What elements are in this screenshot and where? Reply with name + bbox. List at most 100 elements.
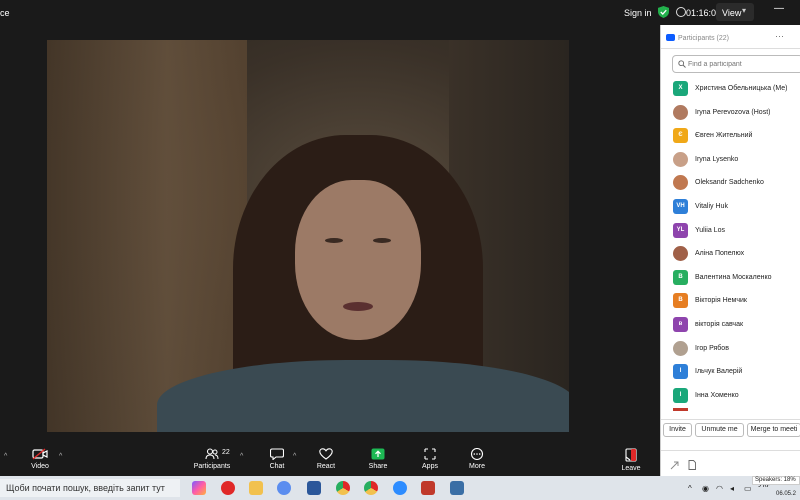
participant-name: Iryna Perevozova (Host) [695,108,771,116]
speakers-volume-tooltip: Speakers: 18% [752,476,800,485]
avatar [673,151,688,167]
opera-icon[interactable] [221,481,235,495]
participant-row[interactable]: в вікторія савчак [661,313,800,335]
participants-label: Participants [193,463,231,470]
participant-name: Валентина Москаленко [695,273,772,281]
participant-row[interactable]: І Інна Хоменко [661,384,800,406]
active-speaker-video[interactable] [47,40,569,432]
partial-avatar [673,408,688,411]
taskbar-search[interactable]: Щоби почати пошук, введіть запит тут [0,479,180,497]
chat-icon [270,448,284,460]
network-icon[interactable]: ◉ [702,484,709,493]
chat-button[interactable]: Chat [266,440,288,476]
speaker-face [295,180,421,340]
zoom-app-icon[interactable] [393,481,407,495]
participant-row[interactable]: Oleksandr Sadchenko [661,171,800,193]
leave-label: Leave [621,465,641,472]
title-bar: ce Sign in 01:16:00 View ▾ — [0,0,800,25]
participant-search-input[interactable] [688,58,798,70]
react-button[interactable]: React [314,440,338,476]
meeting-toolbar: ^ Video ^ Participants 22 ^ Chat ^ React… [0,440,658,476]
avatar: в [673,317,688,332]
clock-icon [676,7,686,17]
avatar: І [673,387,688,403]
participant-name: Vitaliy Huk [695,203,728,210]
participant-row[interactable]: В Валентина Москаленко [661,266,800,288]
word-icon[interactable] [307,481,321,495]
avatar [673,104,688,120]
avatar [673,175,688,191]
share-screen-icon [371,448,385,460]
invite-button[interactable]: Invite [663,423,692,437]
apps-label: Apps [422,463,438,470]
windows-taskbar: Щоби почати пошук, введіть запит тут ^ ◉… [0,476,800,500]
chrome-profile-icon[interactable] [364,481,378,495]
leave-button[interactable]: Leave [619,440,643,476]
participant-name: Вікторія Немчик [695,297,747,305]
share-label: Share [368,463,388,470]
avatar: X [673,81,688,96]
copilot-icon[interactable] [192,481,206,495]
leave-icon [625,448,637,462]
app-icon-2[interactable] [450,481,464,495]
video-caret-icon[interactable]: ^ [59,453,62,460]
participant-name: Христина Обельницька (Me) [695,85,788,92]
speaker-eye-right [373,238,391,243]
audio-caret-icon[interactable]: ^ [4,453,7,460]
zoom-taskbar-icon[interactable] [277,481,291,495]
participants-button[interactable]: Participants [192,440,232,476]
participants-count: 22 [222,449,230,456]
chat-caret-icon[interactable]: ^ [293,453,296,460]
more-label: More [469,463,485,470]
merge-to-meeting-button[interactable]: Merge to meeti [747,423,800,437]
participant-row[interactable]: В Вікторія Немчик [661,289,800,311]
unmute-me-button[interactable]: Unmute me [695,423,744,437]
share-button[interactable]: Share [366,440,390,476]
apps-button[interactable]: Apps [419,440,441,476]
sign-in-button[interactable]: Sign in [624,8,652,18]
apps-icon [424,448,436,460]
participant-row[interactable]: X Христина Обельницька (Me) [661,77,800,99]
speaker-body [157,360,569,432]
participant-row[interactable]: Ігор Рябов [661,337,800,359]
participant-row[interactable]: VH Vitaliy Huk [661,195,800,217]
participant-name: Iryna Lysenko [695,155,739,163]
participant-row[interactable]: Iryna Lysenko [661,148,800,170]
react-label: React [316,463,336,470]
participant-name: Ільчук Валерій [695,368,743,376]
zoom-logo-icon [666,34,675,41]
avatar: Є [673,128,688,144]
participant-name: Oleksandr Sadchenko [695,179,764,187]
pop-out-icon[interactable] [670,461,679,470]
avatar: YL [673,222,688,238]
participant-row[interactable]: І Ільчук Валерій [661,360,800,382]
battery-icon[interactable]: ▭ [744,484,752,493]
participants-caret-icon[interactable]: ^ [240,453,243,460]
panel-menu-button[interactable]: ··· [775,31,784,41]
document-icon[interactable] [688,460,696,470]
minimize-button[interactable]: — [774,3,784,14]
avatar: І [673,364,688,380]
participants-panel: Participants (22) ··· X Христина Обельниц… [660,25,800,476]
participant-row[interactable]: Iryna Perevozova (Host) [661,101,800,123]
wifi-icon[interactable]: ◠ [716,484,723,493]
chrome-icon[interactable] [336,481,350,495]
avatar [673,340,688,356]
video-label: Video [31,463,49,470]
window-title: ce [0,8,10,18]
file-explorer-icon[interactable] [249,481,263,495]
participant-row[interactable]: Аліна Попелюх [661,242,800,264]
participant-row[interactable]: Є Євген Жительний [661,124,800,146]
participant-row[interactable]: YL Yuliia Los [661,219,800,241]
participant-name: Ігор Рябов [695,344,729,352]
participants-icon [205,448,219,460]
participant-search[interactable] [672,55,800,73]
participant-name: Аліна Попелюх [695,250,745,258]
view-label: View [722,8,742,18]
more-button[interactable]: More [465,440,489,476]
shield-icon[interactable] [658,6,669,18]
volume-icon[interactable]: ◂ [730,484,734,493]
video-button[interactable]: Video [26,440,54,476]
app-icon[interactable] [421,481,435,495]
tray-chevron-icon[interactable]: ^ [688,484,692,493]
